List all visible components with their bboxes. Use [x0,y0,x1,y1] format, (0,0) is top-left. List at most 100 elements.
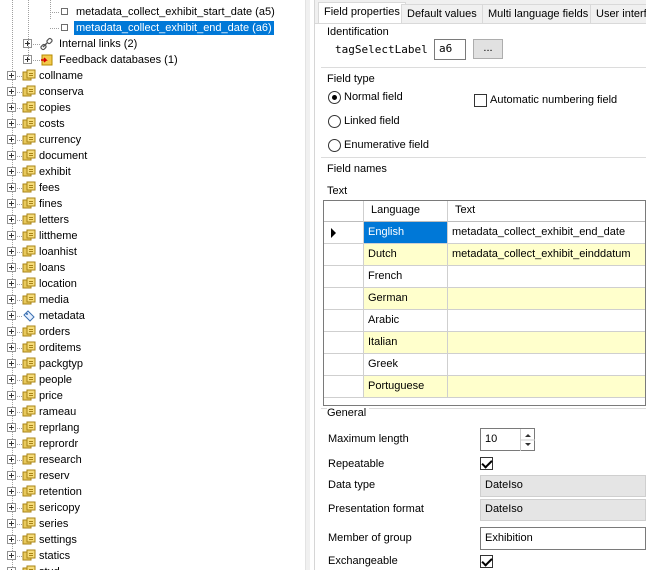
grid-row-header[interactable] [324,310,364,332]
tree-node-database-media[interactable]: media [0,292,305,308]
expand-icon[interactable] [7,439,16,448]
tree-node-database-price[interactable]: price [0,388,305,404]
expand-icon[interactable] [7,359,16,368]
expand-icon[interactable] [7,391,16,400]
grid-cell-language[interactable]: French [364,266,448,288]
grid-cell-text[interactable]: metadata_collect_exhibit_end_date [448,222,645,244]
tree-node-database-fees[interactable]: fees [0,180,305,196]
grid-cell-text[interactable] [448,354,645,376]
expand-icon[interactable] [7,503,16,512]
grid-cell-text[interactable] [448,266,645,288]
tree-node-database-reprordr[interactable]: reprordr [0,436,305,452]
expand-icon[interactable] [7,423,16,432]
tree-node-database-exhibit[interactable]: exhibit [0,164,305,180]
expand-icon[interactable] [7,167,16,176]
expand-icon[interactable] [7,151,16,160]
expand-icon[interactable] [7,215,16,224]
expand-icon[interactable] [7,71,16,80]
grid-row-header[interactable] [324,376,364,398]
grid-cell-language[interactable]: Greek [364,354,448,376]
grid-cell-language[interactable]: Italian [364,332,448,354]
database-tree[interactable]: metadata_collect_exhibit_start_date (a5)… [0,0,305,570]
tree-node-field-a5[interactable]: metadata_collect_exhibit_start_date (a5) [0,4,305,20]
tree-node-database-packgtyp[interactable]: packgtyp [0,356,305,372]
grid-row-header[interactable] [324,266,364,288]
member-of-group-input[interactable]: Exhibition [480,527,646,550]
grid-cell-language[interactable]: Dutch [364,244,448,266]
panel-splitter[interactable] [305,0,310,570]
expand-icon[interactable] [7,103,16,112]
presentation-format-select[interactable]: DateIso [480,499,646,521]
expand-icon[interactable] [7,295,16,304]
tree-node-database-sericopy[interactable]: sericopy [0,500,305,516]
expand-icon[interactable] [7,135,16,144]
grid-row-header[interactable] [324,244,364,266]
tree-node-database-statics[interactable]: statics [0,548,305,564]
tree-node-database-series[interactable]: series [0,516,305,532]
tree-node-database-orders[interactable]: orders [0,324,305,340]
expand-icon[interactable] [7,231,16,240]
tab-user-interface[interactable]: User interfa [590,4,646,24]
grid-cell-language[interactable]: Arabic [364,310,448,332]
expand-icon[interactable] [7,343,16,352]
grid-cell-language[interactable]: Portuguese [364,376,448,398]
tree-node-database-currency[interactable]: currency [0,132,305,148]
tab-default-values[interactable]: Default values [401,4,483,24]
tree-node-database-orditems[interactable]: orditems [0,340,305,356]
tree-node-database-document[interactable]: document [0,148,305,164]
tree-node-feedback-databases[interactable]: Feedback databases (1) [0,52,305,68]
grid-row-header[interactable] [324,354,364,376]
expand-icon[interactable] [7,199,16,208]
automatic-numbering-checkbox[interactable] [474,94,487,107]
expand-icon[interactable] [7,375,16,384]
expand-icon[interactable] [7,519,16,528]
tree-node-database-stud[interactable]: stud [0,564,305,570]
max-length-stepper[interactable] [520,429,535,451]
max-length-input[interactable]: 10 [480,428,535,451]
grid-cell-text[interactable]: metadata_collect_exhibit_einddatum [448,244,645,266]
expand-icon[interactable] [7,327,16,336]
tree-node-database-loans[interactable]: loans [0,260,305,276]
tree-node-database-fines[interactable]: fines [0,196,305,212]
tree-node-database-people[interactable]: people [0,372,305,388]
grid-header-text[interactable]: Text [448,201,645,222]
grid-cell-language[interactable]: English [364,222,448,244]
tree-node-database-metadata[interactable]: metadata [0,308,305,324]
expand-icon[interactable] [7,535,16,544]
expand-icon[interactable] [7,263,16,272]
expand-icon[interactable] [7,119,16,128]
grid-cell-language[interactable]: German [364,288,448,310]
tree-node-database-littheme[interactable]: littheme [0,228,305,244]
exchangeable-checkbox[interactable] [480,555,493,568]
grid-cell-text[interactable] [448,376,645,398]
grid-row-header[interactable] [324,222,364,244]
grid-row-header[interactable] [324,288,364,310]
expand-icon[interactable] [7,487,16,496]
expand-icon[interactable] [7,311,16,320]
browse-tag-button[interactable]: ... [473,39,503,59]
tree-node-database-research[interactable]: research [0,452,305,468]
expand-icon[interactable] [7,279,16,288]
tree-node-database-location[interactable]: location [0,276,305,292]
expand-icon[interactable] [7,455,16,464]
data-type-select[interactable]: DateIso [480,475,646,497]
field-names-grid[interactable]: Language Text English metadata_collect_ex… [323,200,646,406]
grid-cell-text[interactable] [448,288,645,310]
tree-node-field-a6[interactable]: metadata_collect_exhibit_end_date (a6) [0,20,305,36]
grid-header-language[interactable]: Language [364,201,448,222]
tree-node-database-costs[interactable]: costs [0,116,305,132]
tab-multi-language-fields[interactable]: Multi language fields [482,4,595,24]
expand-icon[interactable] [7,247,16,256]
grid-row-header[interactable] [324,332,364,354]
tree-node-database-reprlang[interactable]: reprlang [0,420,305,436]
tree-node-database-loanhist[interactable]: loanhist [0,244,305,260]
tree-node-database-retention[interactable]: retention [0,484,305,500]
expand-icon[interactable] [7,471,16,480]
tree-node-internal-links[interactable]: Internal links (2) [0,36,305,52]
grid-cell-text[interactable] [448,310,645,332]
expand-icon[interactable] [7,551,16,560]
tree-node-database-settings[interactable]: settings [0,532,305,548]
linked-field-radio[interactable] [328,115,341,128]
tag-input[interactable]: a6 [434,39,466,60]
tab-field-properties[interactable]: Field properties [318,2,406,24]
